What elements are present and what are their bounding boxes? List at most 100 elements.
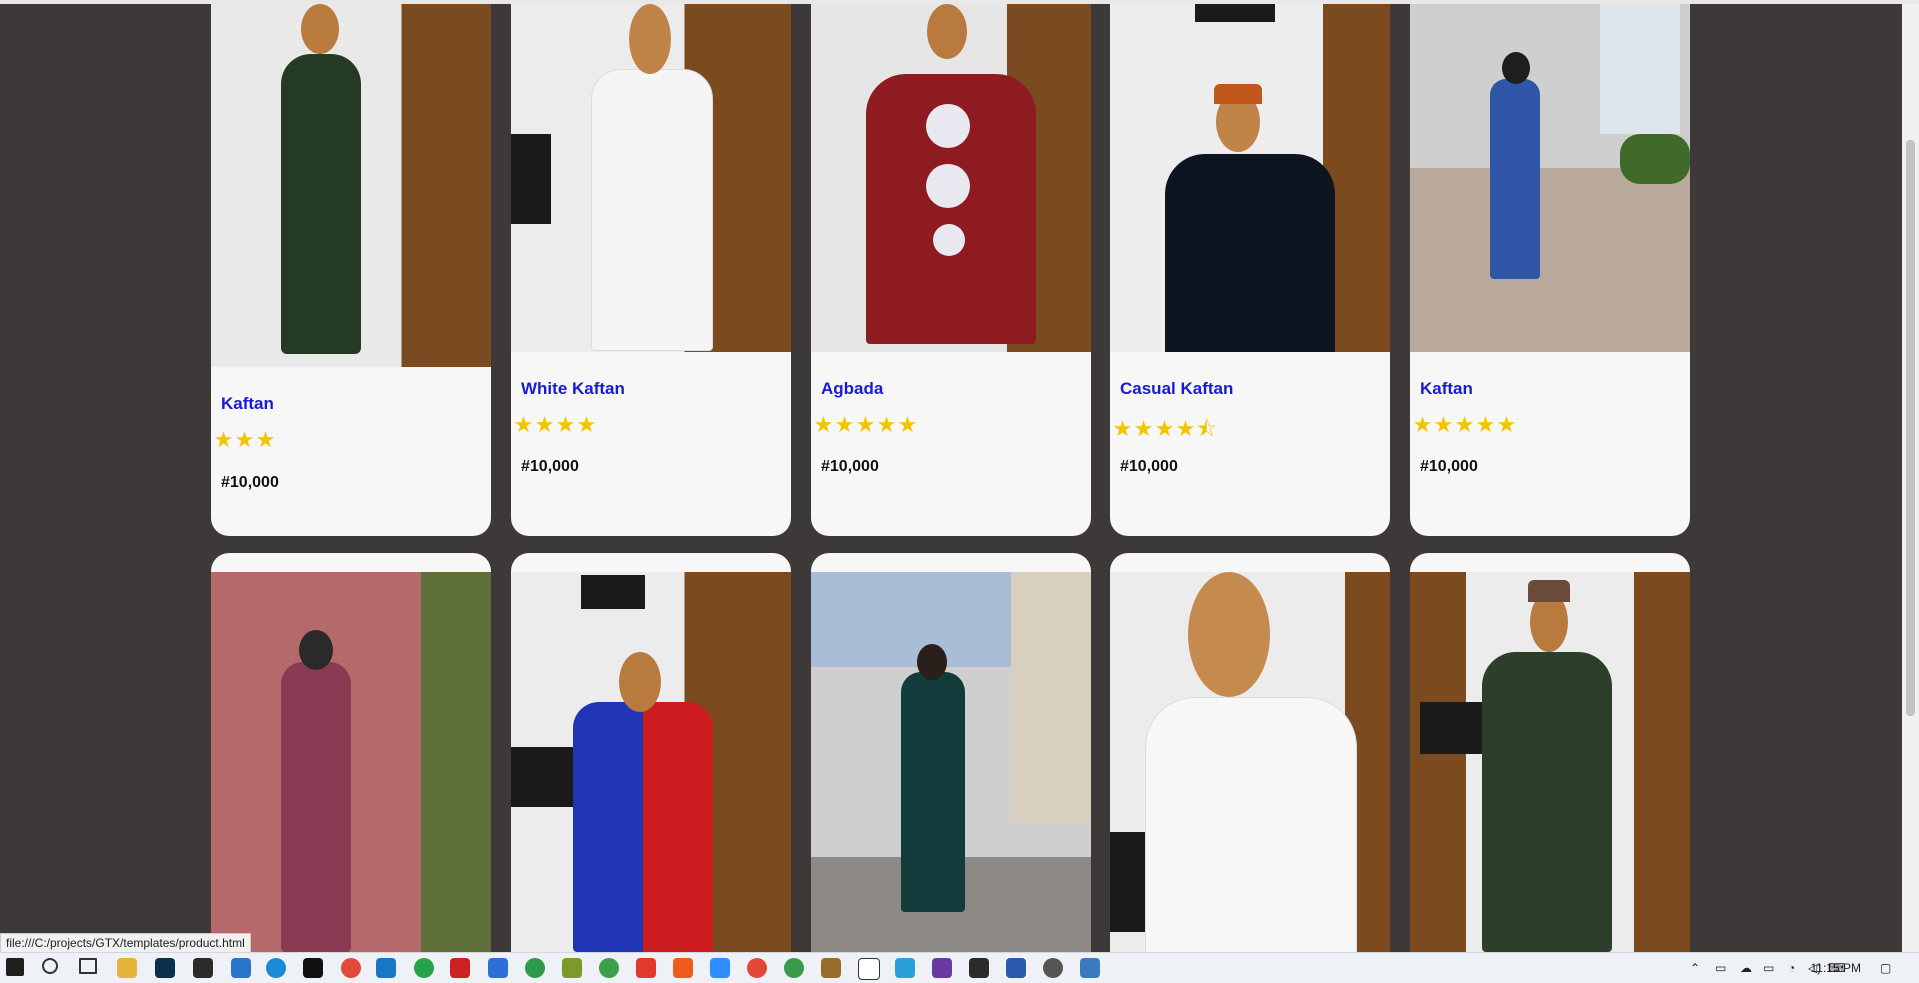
app-icon[interactable] <box>1043 958 1063 978</box>
product-price: #10,000 <box>1120 458 1178 475</box>
star-icon: ★ <box>1433 412 1454 437</box>
product-card[interactable]: Kaftan ★★★ #10,000 <box>211 4 491 536</box>
app-icon[interactable] <box>969 958 989 978</box>
vscode-icon[interactable] <box>376 958 396 978</box>
star-icon: ★ <box>834 412 855 437</box>
search-icon[interactable] <box>42 958 58 974</box>
mannequin-head <box>301 4 339 54</box>
rating-stars: ★★★ <box>213 427 276 453</box>
product-card[interactable] <box>211 553 491 952</box>
battery-icon[interactable]: ▭ <box>1763 961 1774 975</box>
product-image[interactable] <box>1110 572 1390 952</box>
product-card[interactable] <box>1410 553 1690 952</box>
app-icon[interactable] <box>784 958 804 978</box>
product-card[interactable] <box>811 553 1091 952</box>
chrome-icon[interactable] <box>341 958 361 978</box>
star-icon: ★ <box>876 412 897 437</box>
garment-shape <box>591 69 713 351</box>
product-name[interactable]: White Kaftan <box>521 379 625 399</box>
embroidery-motif <box>933 224 965 256</box>
app-icon[interactable] <box>821 958 841 978</box>
whatsapp-icon[interactable] <box>414 958 434 978</box>
app-icon[interactable] <box>747 958 767 978</box>
product-image[interactable] <box>811 4 1091 352</box>
calendar-icon[interactable] <box>488 958 508 978</box>
onedrive-icon[interactable]: ☁ <box>1740 961 1752 975</box>
cap-shape <box>1214 84 1262 104</box>
person-head <box>917 644 947 680</box>
rating-stars: ★★★★★ <box>1412 412 1517 438</box>
product-grid: Kaftan ★★★ #10,000 White Kaftan ★★★★ #10… <box>211 4 1691 952</box>
mannequin-head <box>927 4 967 59</box>
product-card[interactable]: Casual Kaftan ★★★★⯪ #10,000 <box>1110 4 1390 536</box>
star-icon: ★ <box>255 427 276 452</box>
product-name[interactable]: Kaftan <box>1420 379 1473 399</box>
notes-icon[interactable] <box>562 958 582 978</box>
product-card[interactable]: Kaftan ★★★★★ #10,000 <box>1410 4 1690 536</box>
notification-icon[interactable]: ▢ <box>1880 961 1891 975</box>
product-image[interactable] <box>811 572 1091 952</box>
network-icon[interactable]: ▭ <box>1715 961 1726 975</box>
star-icon: ★ <box>513 412 534 437</box>
photos-icon[interactable] <box>1080 958 1100 978</box>
status-url: file:///C:/projects/GTX/templates/produc… <box>0 933 251 954</box>
rating-stars: ★★★★★ <box>813 412 918 438</box>
star-icon: ★ <box>855 412 876 437</box>
mail-icon[interactable] <box>231 958 251 978</box>
app-icon[interactable] <box>599 958 619 978</box>
mannequin-head <box>1188 572 1270 697</box>
mannequin-head <box>629 4 671 74</box>
product-image[interactable] <box>211 572 491 952</box>
person-head <box>299 630 333 670</box>
star-icon: ★ <box>1496 412 1517 437</box>
app-icon[interactable] <box>932 958 952 978</box>
app-icon[interactable] <box>450 958 470 978</box>
star-icon: ★ <box>1475 412 1496 437</box>
product-image[interactable] <box>511 572 791 952</box>
product-name[interactable]: Casual Kaftan <box>1120 379 1233 399</box>
garment-shape <box>1165 154 1335 352</box>
product-image[interactable] <box>211 4 491 367</box>
file-explorer-icon[interactable] <box>117 958 137 978</box>
cap-shape <box>1528 580 1570 602</box>
product-image[interactable] <box>1410 4 1690 352</box>
chevron-up-icon[interactable]: ⌃ <box>1690 961 1700 975</box>
star-icon: ★ <box>534 412 555 437</box>
star-icon: ★ <box>813 412 834 437</box>
embroidery-motif <box>926 104 970 148</box>
app-icon[interactable] <box>636 958 656 978</box>
pycharm-icon[interactable] <box>303 958 323 978</box>
page-scrollbar[interactable] <box>1902 4 1919 952</box>
windows-taskbar: ⌃ ▭ ☁ ▭ ◔ ◁) ⌨ 11:15 PM ▢ <box>0 952 1919 983</box>
store-icon[interactable] <box>193 958 213 978</box>
photoshop-icon[interactable] <box>155 958 175 978</box>
product-price: #10,000 <box>1420 458 1478 475</box>
product-card[interactable]: Agbada ★★★★★ #10,000 <box>811 4 1091 536</box>
taskbar-clock[interactable]: 11:15 PM <box>1811 961 1861 975</box>
scrollbar-thumb[interactable] <box>1906 140 1915 716</box>
garment-shape <box>281 54 361 354</box>
product-image[interactable] <box>1110 4 1390 352</box>
product-name[interactable]: Agbada <box>821 379 883 399</box>
star-icon: ★ <box>1175 416 1196 441</box>
frame-shape <box>511 134 551 224</box>
word-icon[interactable] <box>1006 958 1026 978</box>
telegram-icon[interactable] <box>895 958 915 978</box>
edge-icon[interactable] <box>266 958 286 978</box>
app-icon[interactable] <box>525 958 545 978</box>
product-card[interactable] <box>1110 553 1390 952</box>
person-head <box>1502 52 1530 84</box>
task-view-icon[interactable] <box>79 958 97 974</box>
zoom-icon[interactable] <box>710 958 730 978</box>
frame-shape <box>511 747 581 807</box>
product-image[interactable] <box>511 4 791 352</box>
brave-icon[interactable] <box>673 958 693 978</box>
product-name[interactable]: Kaftan <box>221 394 274 414</box>
product-image[interactable] <box>1410 572 1690 952</box>
product-card[interactable] <box>511 553 791 952</box>
product-card[interactable]: White Kaftan ★★★★ #10,000 <box>511 4 791 536</box>
wifi-icon[interactable]: ◔ <box>1788 961 1795 975</box>
garment-left-half <box>573 702 643 952</box>
windows-start-icon[interactable] <box>6 958 24 976</box>
notion-icon[interactable] <box>858 958 880 980</box>
